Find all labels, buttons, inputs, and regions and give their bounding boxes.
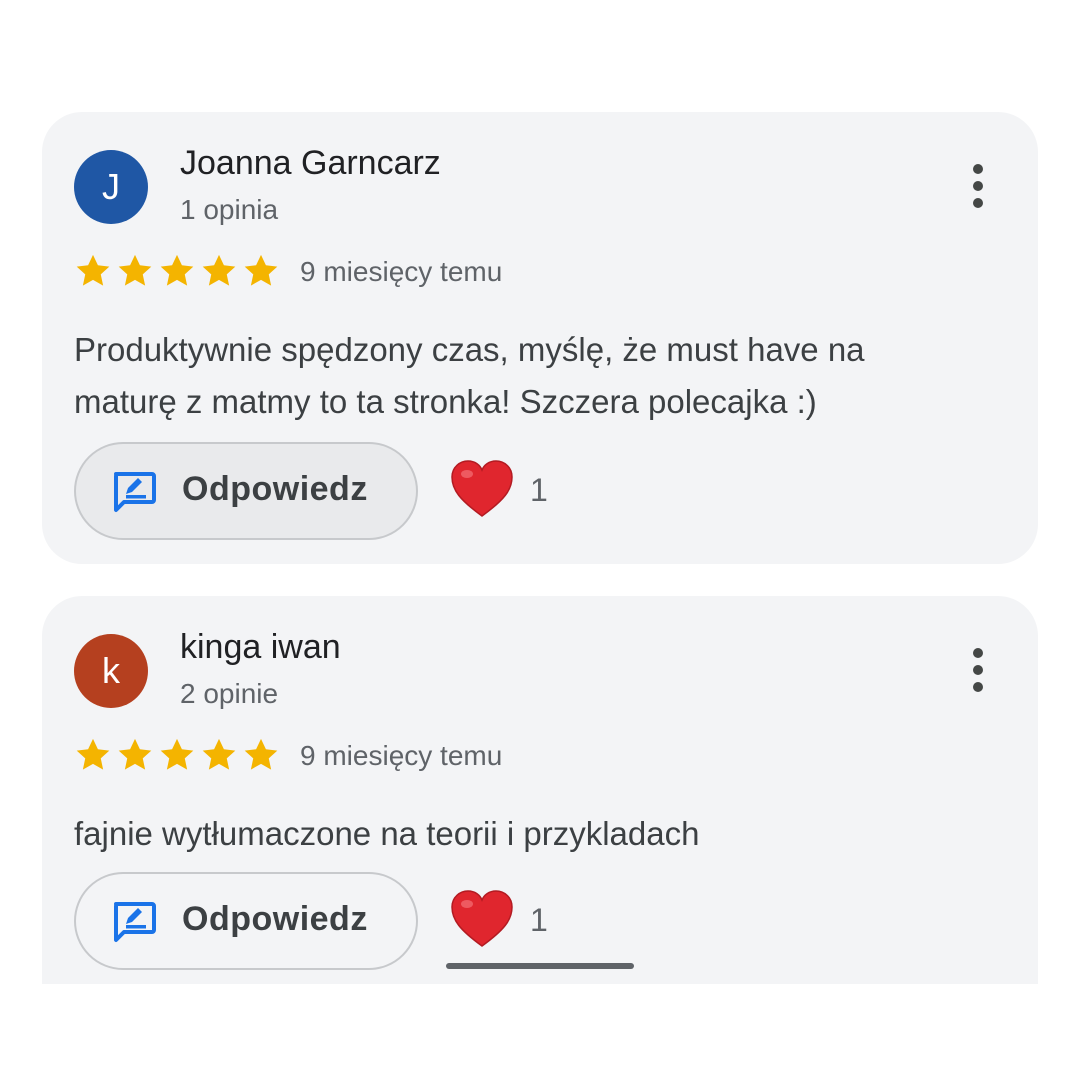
more-vert-icon xyxy=(973,164,983,174)
star-icon xyxy=(118,738,152,770)
more-vert-icon xyxy=(973,648,983,658)
more-options-button[interactable] xyxy=(970,648,986,692)
more-vert-icon-dot xyxy=(973,181,983,191)
more-options-button[interactable] xyxy=(970,164,986,208)
review-card: k kinga iwan 2 opinie 9 miesięcy temu fa… xyxy=(42,596,1038,984)
author-review-count: 2 opinie xyxy=(180,678,279,709)
star-icon xyxy=(202,254,236,286)
like-count: 1 xyxy=(530,902,548,938)
review-text: fajnie wytłumaczone na teorii i przyklad… xyxy=(74,815,700,852)
review-time: 9 miesięcy temu xyxy=(300,740,503,771)
review-text: Produktywnie spędzony czas, myślę, że mu… xyxy=(74,331,865,420)
reply-comment-icon xyxy=(114,902,156,942)
star-rating xyxy=(74,736,280,776)
star-icon xyxy=(202,738,236,770)
like-count: 1 xyxy=(530,472,548,508)
author-name[interactable]: Joanna Garncarz xyxy=(180,144,441,183)
star-icon xyxy=(244,738,278,770)
more-vert-icon-dot xyxy=(973,198,983,208)
review-card: J Joanna Garncarz 1 opinia 9 miesięcy te… xyxy=(42,112,1038,564)
star-icon xyxy=(244,254,278,286)
star-icon xyxy=(76,738,110,770)
reply-button-label: Odpowiedz xyxy=(182,470,368,508)
star-icon xyxy=(118,254,152,286)
reply-button[interactable]: Odpowiedz xyxy=(74,872,418,970)
heart-icon[interactable] xyxy=(450,460,514,518)
reply-button-label: Odpowiedz xyxy=(182,900,368,938)
reply-button[interactable]: Odpowiedz xyxy=(74,442,418,540)
reply-comment-icon xyxy=(114,472,156,512)
author-review-count: 1 opinia xyxy=(180,194,279,225)
author-name[interactable]: kinga iwan xyxy=(180,628,341,667)
star-rating xyxy=(74,252,280,292)
avatar[interactable]: J xyxy=(74,150,148,224)
scroll-indicator[interactable] xyxy=(446,963,634,969)
review-time: 9 miesięcy temu xyxy=(300,256,503,287)
star-icon xyxy=(160,254,194,286)
heart-icon[interactable] xyxy=(450,890,514,948)
star-icon xyxy=(160,738,194,770)
avatar[interactable]: k xyxy=(74,634,148,708)
more-vert-icon-dot xyxy=(973,682,983,692)
star-icon xyxy=(76,254,110,286)
more-vert-icon-dot xyxy=(973,665,983,675)
